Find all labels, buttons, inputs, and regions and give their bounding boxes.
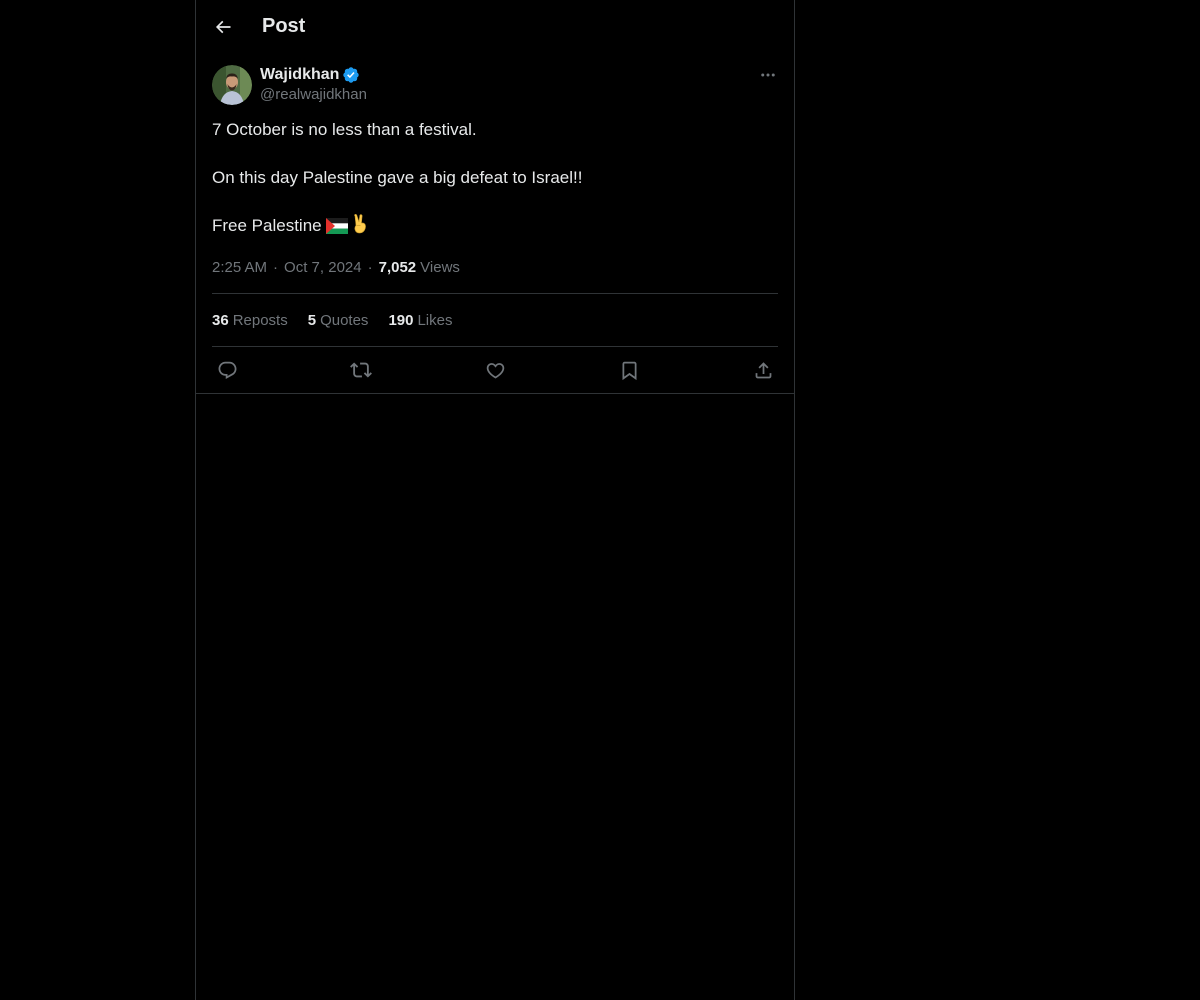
avatar[interactable] <box>212 65 252 105</box>
post-time[interactable]: 2:25 AM <box>212 259 267 276</box>
separator-dot: · <box>367 258 373 276</box>
arrow-left-icon <box>215 20 231 33</box>
like-icon <box>486 362 504 379</box>
author-name[interactable]: Wajidkhan <box>260 66 339 84</box>
views-count[interactable]: 7,052 <box>379 259 417 276</box>
reply-button[interactable] <box>216 359 238 381</box>
more-horizontal-icon <box>761 73 775 77</box>
action-bar <box>212 347 778 393</box>
post-date[interactable]: Oct 7, 2024 <box>284 259 362 276</box>
reply-icon <box>218 361 236 379</box>
post-bottom-border <box>196 393 794 394</box>
post-text: 7 October is no less than a festival. On… <box>212 118 778 241</box>
author-info: Wajidkhan @realwajidkhan <box>260 65 367 103</box>
post-text-last-line: Free Palestine <box>212 214 778 241</box>
more-options-button[interactable] <box>758 65 778 85</box>
reposts-stat[interactable]: 36 Reposts <box>212 312 288 329</box>
quotes-stat[interactable]: 5 Quotes <box>308 312 369 329</box>
post: Wajidkhan @realwajidkhan 7 October is no… <box>196 65 794 393</box>
victory-hand-icon <box>352 214 368 241</box>
verified-badge-icon[interactable] <box>342 66 360 84</box>
top-bar: Post <box>196 0 794 53</box>
page-title: Post <box>262 15 306 37</box>
quotes-count: 5 <box>307 311 317 329</box>
bookmark-button[interactable] <box>618 359 640 381</box>
post-text-line: On this day Palestine gave a big defeat … <box>212 168 583 187</box>
post-meta: 2:25 AM · Oct 7, 2024 · 7,052 Views <box>212 257 778 277</box>
bookmark-icon <box>622 361 636 380</box>
author-handle[interactable]: @realwajidkhan <box>260 86 367 103</box>
views-label: Views <box>420 258 460 276</box>
palestine-flag-icon <box>325 217 348 241</box>
likes-count: 190 <box>388 311 414 329</box>
name-line: Wajidkhan <box>260 65 367 85</box>
avatar-image <box>212 65 252 105</box>
reposts-label: Reposts <box>232 311 288 329</box>
back-button[interactable] <box>206 10 240 44</box>
reposts-count: 36 <box>212 311 229 329</box>
main-column: Post Wajidkhan @realwajidkhan 7 October … <box>195 0 795 1000</box>
repost-icon <box>350 362 372 378</box>
repost-button[interactable] <box>350 359 372 381</box>
separator-dot: · <box>273 258 279 276</box>
quotes-label: Quotes <box>320 311 369 329</box>
like-button[interactable] <box>484 359 506 381</box>
share-button[interactable] <box>752 359 774 381</box>
likes-stat[interactable]: 190 Likes <box>388 312 452 329</box>
likes-label: Likes <box>417 311 453 329</box>
author-row: Wajidkhan @realwajidkhan <box>212 65 778 105</box>
post-text-line: Free Palestine <box>212 216 322 235</box>
share-icon <box>755 361 771 378</box>
post-stats: 36 Reposts 5 Quotes 190 Likes <box>212 294 778 346</box>
post-text-line: 7 October is no less than a festival. <box>212 120 477 139</box>
